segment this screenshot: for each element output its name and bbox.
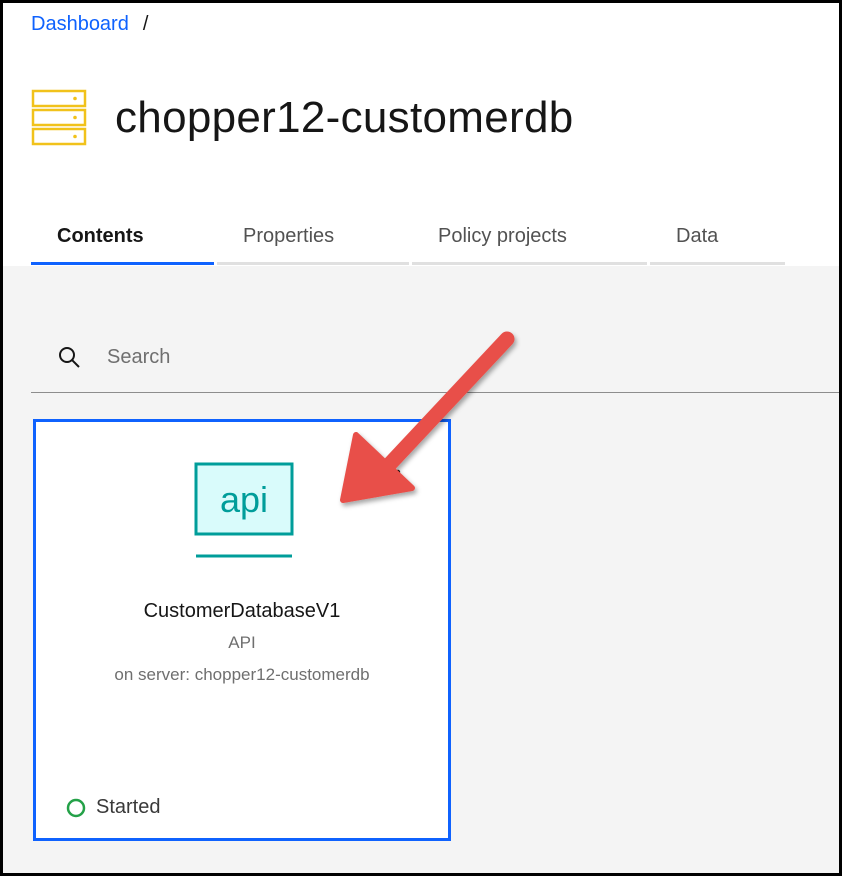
tab-data[interactable]: Data — [650, 217, 785, 265]
tab-contents[interactable]: Contents — [31, 217, 214, 265]
breadcrumb-separator: / — [142, 13, 149, 35]
status-label: Started — [96, 796, 161, 818]
overflow-menu-icon[interactable] — [392, 468, 404, 496]
page-header: chopper12-customerdb — [31, 89, 573, 147]
breadcrumb-dashboard-link[interactable]: Dashboard — [31, 13, 129, 36]
status-indicator: Started — [66, 796, 160, 819]
breadcrumb: Dashboard / — [31, 13, 148, 36]
contents-panel: api CustomerDatabaseV1 API on server: ch… — [3, 266, 839, 873]
api-icon: api — [194, 462, 294, 558]
app-window: Dashboard / chopper12-customerdb Content… — [0, 0, 842, 876]
status-circle-icon — [66, 798, 86, 817]
card-title: CustomerDatabaseV1 — [143, 600, 341, 622]
tab-bar: Contents Properties Policy projects Data — [31, 217, 788, 265]
tab-policy-projects[interactable]: Policy projects — [412, 217, 647, 265]
search-input[interactable] — [105, 344, 709, 370]
server-stack-icon — [31, 89, 87, 146]
tab-properties[interactable]: Properties — [217, 217, 409, 265]
card-type: API — [228, 633, 256, 652]
api-card[interactable]: api CustomerDatabaseV1 API on server: ch… — [33, 419, 451, 841]
page-title: chopper12-customerdb — [115, 93, 574, 142]
search-bar — [31, 322, 839, 393]
card-server: on server: chopper12-customerdb — [114, 665, 370, 684]
search-icon — [59, 347, 80, 368]
api-icon-text: api — [220, 479, 268, 520]
